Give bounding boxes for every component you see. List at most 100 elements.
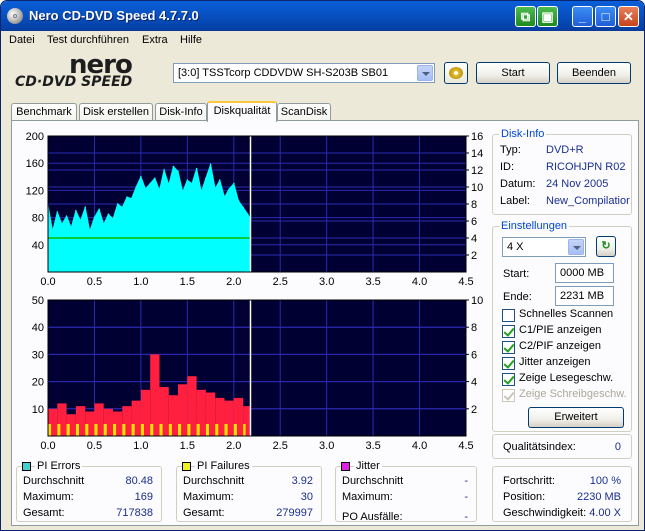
pi-errors-point	[107, 213, 110, 215]
pi-failures-max-value: 30	[300, 491, 313, 503]
c1-pie-checkbox[interactable]	[502, 325, 515, 338]
pi-errors-point	[242, 206, 244, 209]
pi-errors-point	[112, 218, 114, 220]
save-icon[interactable]: ▣	[537, 6, 558, 27]
disc-info-button[interactable]	[444, 62, 468, 84]
pi-errors-swatch	[22, 462, 31, 471]
copy-icon[interactable]: ⧉	[515, 6, 536, 27]
pi-failures-title: PI Failures	[195, 460, 252, 472]
maximize-button[interactable]: □	[595, 6, 616, 27]
quality-index-value: 0	[614, 441, 621, 453]
pi-errors-point	[79, 220, 82, 222]
drive-select[interactable]: [3:0] TSSTcorp CDDVDW SH-S203B SB01	[173, 63, 435, 83]
pif-y-left-tick-label: 30	[32, 349, 44, 361]
pie-x-tick-label: 1.5	[180, 276, 195, 288]
end-label: Ende:	[503, 291, 532, 303]
tab-benchmark[interactable]: Benchmark	[11, 103, 77, 121]
pi-failures-bar-base	[103, 424, 107, 436]
chevron-down-icon[interactable]	[568, 239, 584, 255]
disk-date-label: Datum:	[500, 178, 536, 190]
pi-failures-bar-base	[131, 424, 135, 436]
advanced-button[interactable]: Erweitert	[528, 407, 624, 428]
tab-disk-info[interactable]: Disk-Info	[155, 103, 207, 121]
pi-errors-point	[246, 213, 249, 215]
pi-failures-bar-base	[215, 424, 219, 436]
pie-y-right-tick-label: 6	[471, 216, 477, 228]
pi-errors-point	[228, 188, 230, 190]
pi-errors-point	[191, 182, 193, 185]
c2-pif-checkbox[interactable]	[502, 341, 515, 354]
end-input[interactable]: 2231 MB	[555, 286, 614, 306]
pif-x-tick-label: 2.0	[226, 440, 241, 452]
disk-id-value: RICOHJPN R02	[546, 161, 626, 173]
jitter-avg-value: -	[464, 475, 468, 487]
pif-x-tick-label: 3.5	[365, 440, 380, 452]
read-speed-checkbox[interactable]	[502, 373, 515, 386]
menu-test[interactable]: Test durchführen	[47, 34, 129, 46]
pif-x-tick-label: 0.0	[40, 440, 55, 452]
pif-y-left-tick-label: 10	[32, 404, 44, 416]
pi-failures-swatch	[182, 462, 191, 471]
start-button[interactable]: Start	[476, 62, 550, 84]
menu-hilfe[interactable]: Hilfe	[180, 34, 202, 46]
pif-y-left-tick-label: 20	[32, 377, 44, 389]
menu-extra[interactable]: Extra	[142, 34, 168, 46]
pi-failures-bar-base	[196, 424, 200, 436]
pi-errors-total-value: 717838	[116, 507, 153, 519]
pi-failures-avg-value: 3.92	[291, 475, 313, 487]
refresh-icon[interactable]: ↻	[596, 236, 616, 257]
write-speed-label: Zeige Schreibgeschw.	[519, 388, 627, 400]
pie-x-tick-label: 3.5	[365, 276, 380, 288]
pi-errors-point	[102, 223, 105, 226]
position-value: 2230 MB	[576, 491, 621, 503]
pif-x-tick-label: 0.5	[87, 440, 102, 452]
app-disc-icon	[7, 8, 23, 24]
start-input[interactable]: 0000 MB	[555, 263, 614, 283]
minimize-button[interactable]: _	[572, 6, 593, 27]
menu-datei[interactable]: Datei	[9, 34, 35, 46]
pi-failures-bar-base	[178, 424, 182, 436]
pie-y-left-tick-label: 80	[32, 213, 44, 225]
progress-label: Fortschritt:	[503, 475, 555, 487]
nero-logo: nero CD·DVD SPEED	[9, 50, 164, 92]
pie-y-right-tick-label: 12	[471, 165, 483, 177]
pif-x-tick-label: 2.5	[273, 440, 288, 452]
jitter-checkbox[interactable]	[502, 357, 515, 370]
pi-errors-point	[70, 227, 72, 229]
tab-scandisk[interactable]: ScanDisk	[277, 103, 331, 121]
pi-errors-group: PI Errors Durchschnitt 80.48 Maximum: 16…	[16, 460, 162, 522]
tab-diskqualitaet[interactable]: Diskqualität	[207, 101, 277, 122]
chevron-down-icon[interactable]	[417, 65, 433, 81]
disk-label-label: Label:	[500, 195, 530, 207]
jitter-swatch	[341, 462, 350, 471]
pie-y-left-tick-label: 160	[26, 158, 44, 170]
pi-errors-point	[51, 230, 54, 232]
position-label: Position:	[503, 491, 546, 503]
pif-y-right-tick-label: 4	[471, 377, 477, 389]
speed-value: 4 X	[507, 241, 524, 253]
pie-x-tick-label: 2.0	[226, 276, 241, 288]
c2-pif-label: C2/PIF anzeigen	[519, 340, 601, 352]
pi-errors-point	[56, 211, 59, 213]
speed-select[interactable]: 4 X	[502, 237, 586, 257]
fast-scan-checkbox[interactable]	[502, 309, 515, 322]
pi-failures-bar-base	[66, 424, 70, 436]
pi-errors-point	[219, 179, 221, 181]
pi-errors-point	[121, 206, 124, 209]
jitter-max-label: Maximum:	[342, 491, 393, 503]
po-failures-label: PO Ausfälle:	[342, 511, 403, 523]
pi-failures-bar-base	[113, 424, 117, 436]
pie-x-tick-label: 4.0	[412, 276, 427, 288]
pi-errors-point	[209, 163, 212, 166]
disk-info-group: Disk-Info Typ: DVD+R ID: RICOHJPN R02 Da…	[492, 128, 632, 215]
close-button[interactable]: ✕	[618, 6, 639, 27]
pi-errors-avg-value: 80.48	[125, 475, 153, 487]
tab-disk-erstellen[interactable]: Disk erstellen	[79, 103, 153, 121]
title-bar[interactable]: Nero CD-DVD Speed 4.7.7.0 ⧉ ▣ _ □ ✕	[1, 1, 644, 31]
pi-failures-avg-label: Durchschnitt	[183, 475, 245, 487]
exit-button[interactable]: Beenden	[557, 62, 631, 84]
disk-info-title: Disk-Info	[499, 128, 547, 140]
pie-x-tick-label: 4.5	[458, 276, 473, 288]
menu-bar: Datei Test durchführen Extra Hilfe	[1, 31, 644, 50]
pi-errors-point	[126, 196, 128, 198]
